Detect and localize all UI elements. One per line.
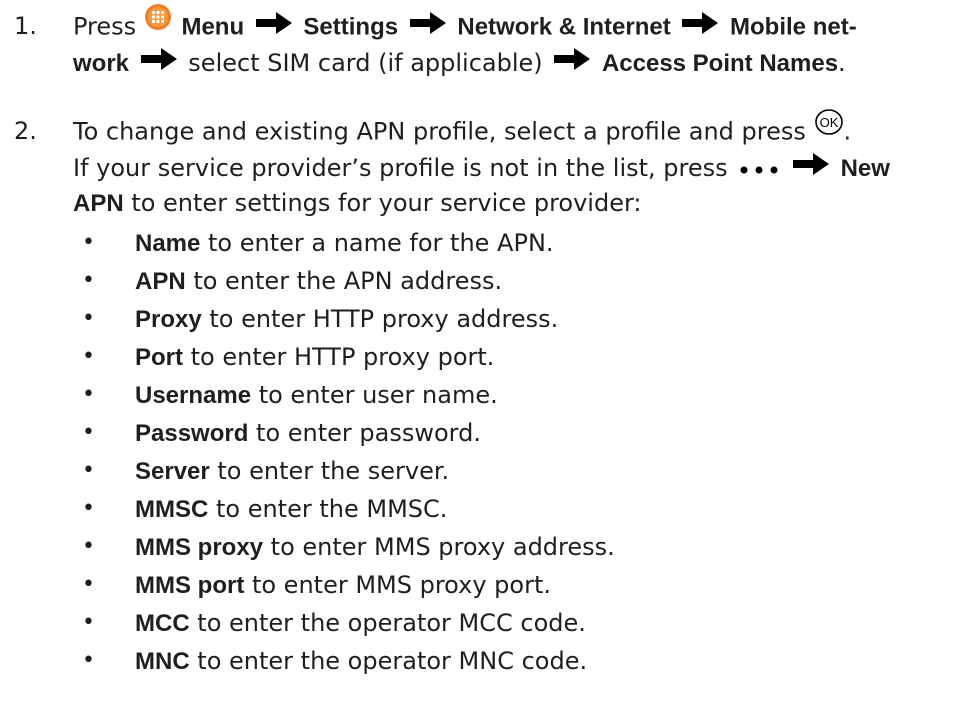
select-sim-text: select SIM card (if applicable) xyxy=(188,49,543,77)
term: APN xyxy=(135,268,186,295)
settings-label: Settings xyxy=(303,13,399,41)
step-body: To change and existing APN profile, sele… xyxy=(73,109,963,221)
bullet: • xyxy=(82,648,95,673)
term: MNC xyxy=(135,648,190,675)
bullet: • xyxy=(82,610,95,635)
description: to enter password. xyxy=(256,419,481,447)
description: to enter MMS proxy port. xyxy=(251,571,551,599)
term: MMS proxy xyxy=(135,534,264,561)
term: Server xyxy=(135,458,210,485)
press-text: Press xyxy=(73,12,137,41)
term: MCC xyxy=(135,610,190,637)
bullet: • xyxy=(82,420,95,445)
apn-label: APN xyxy=(73,190,124,217)
description: to enter the operator MNC code. xyxy=(197,647,588,675)
description: to enter the APN address. xyxy=(193,267,503,295)
menu-grid-icon xyxy=(144,3,172,40)
right-arrow-icon xyxy=(409,9,446,43)
description: to enter the server. xyxy=(217,457,450,485)
network-label: Network & Internet xyxy=(457,13,671,41)
bullet: • xyxy=(82,382,95,407)
period: . xyxy=(838,49,846,77)
ok-button-icon: OK xyxy=(814,108,844,145)
description: to enter the operator MCC code. xyxy=(197,609,586,637)
menu-label: Menu xyxy=(181,13,245,41)
right-arrow-icon xyxy=(554,45,591,79)
step-number: 1. xyxy=(14,12,37,40)
step-2-line-1: To change and existing APN profile, sele… xyxy=(73,109,963,151)
description: to enter the MMSC. xyxy=(215,495,448,523)
right-arrow-icon xyxy=(792,150,829,184)
term: MMSC xyxy=(135,496,209,523)
term: Name xyxy=(135,230,201,257)
description: to enter HTTP proxy address. xyxy=(209,305,559,333)
right-arrow-icon xyxy=(255,9,292,43)
description: to enter a name for the APN. xyxy=(208,229,554,257)
bullet: • xyxy=(82,344,95,369)
term: MMS port xyxy=(135,572,245,599)
access-point-names-label: Access Point Names xyxy=(601,50,839,77)
description: to enter user name. xyxy=(258,381,498,409)
change-apn-text: To change and existing APN profile, sele… xyxy=(73,117,806,146)
bullet: • xyxy=(82,572,95,597)
term: Password xyxy=(135,420,249,447)
not-in-list-text: If your service provider’s profile is no… xyxy=(73,154,728,182)
description: to enter MMS proxy address. xyxy=(270,533,615,561)
term: Proxy xyxy=(135,306,202,333)
bullet: • xyxy=(82,230,95,255)
bullet: • xyxy=(82,458,95,483)
instruction-page: 1. Press Menu Settings Network & Interne… xyxy=(0,0,977,714)
new-label: New xyxy=(840,155,890,182)
bullet: • xyxy=(82,496,95,521)
term: Username xyxy=(135,382,252,409)
mobile-network-label-part2: work xyxy=(73,50,130,77)
step-1-line-1: Press Menu Settings Network & Internet M… xyxy=(73,4,963,46)
period: . xyxy=(843,117,852,146)
step-number: 2. xyxy=(14,117,37,145)
more-dots-icon xyxy=(739,150,781,184)
right-arrow-icon xyxy=(682,9,719,43)
step-2-line-3: APN to enter settings for your service p… xyxy=(73,186,963,221)
term: Port xyxy=(135,344,183,371)
bullet: • xyxy=(82,268,95,293)
mobile-network-label-part1: Mobile net- xyxy=(730,13,857,41)
step-2-line-2: If your service provider’s profile is no… xyxy=(73,151,963,186)
step-1-line-2: work select SIM card (if applicable) Acc… xyxy=(73,46,963,81)
bullet: • xyxy=(82,306,95,331)
step-body: Press Menu Settings Network & Internet M… xyxy=(73,4,963,81)
enter-settings-text: to enter settings for your service provi… xyxy=(131,189,642,217)
svg-text:OK: OK xyxy=(819,115,838,130)
right-arrow-icon xyxy=(140,45,177,79)
description: to enter HTTP proxy port. xyxy=(190,343,495,371)
bullet: • xyxy=(82,534,95,559)
